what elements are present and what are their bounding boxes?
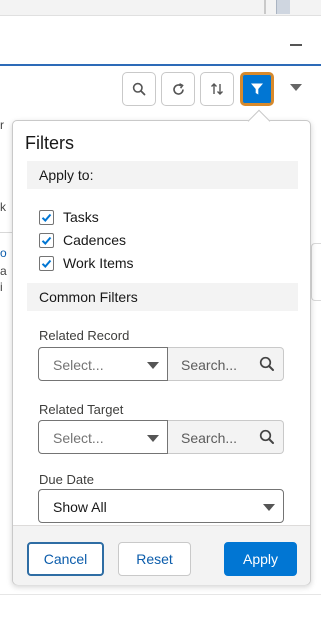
popover-title: Filters xyxy=(25,133,74,153)
background-card-edge xyxy=(311,243,321,301)
related-record-combobox: Select... Search... xyxy=(38,347,284,381)
cancel-button[interactable]: Cancel xyxy=(27,542,104,576)
background-text-fragment: a xyxy=(0,264,7,278)
search-icon xyxy=(259,429,274,444)
checkbox-checked-icon[interactable] xyxy=(39,232,54,248)
dropdown-arrow-icon xyxy=(147,435,159,442)
related-target-select[interactable]: Select... xyxy=(38,420,168,454)
related-record-search-input[interactable]: Search... xyxy=(168,347,284,381)
due-date-label: Due Date xyxy=(39,472,94,487)
background-text-fragment: k xyxy=(0,200,6,214)
header-accent-line xyxy=(0,64,321,66)
search-placeholder: Search... xyxy=(181,430,238,446)
search-icon xyxy=(259,356,274,371)
apply-to-heading: Apply to: xyxy=(27,161,298,189)
checkbox-label: Work Items xyxy=(63,255,134,271)
search-icon xyxy=(132,82,146,96)
filters-popover: Filters Apply to: Tasks Cadences Work It… xyxy=(12,120,311,585)
background-text-fragment: i xyxy=(0,280,3,294)
top-strip xyxy=(0,0,321,16)
search-placeholder: Search... xyxy=(181,357,238,373)
related-record-select[interactable]: Select... xyxy=(38,347,168,381)
due-date-select[interactable]: Show All xyxy=(38,489,284,523)
dropdown-arrow-icon xyxy=(147,362,159,369)
related-target-combobox: Select... Search... xyxy=(38,420,284,454)
refresh-icon xyxy=(172,82,184,95)
select-placeholder: Select... xyxy=(53,430,104,446)
search-button[interactable] xyxy=(122,72,156,106)
filter-icon xyxy=(251,83,263,95)
related-record-label: Related Record xyxy=(39,328,130,343)
sort-button[interactable] xyxy=(200,72,234,106)
checkbox-checked-icon[interactable] xyxy=(39,255,54,271)
checkbox-work-items[interactable]: Work Items xyxy=(39,253,134,273)
dropdown-arrow-icon xyxy=(263,504,275,511)
background-divider xyxy=(0,232,12,233)
common-filters-heading: Common Filters xyxy=(27,283,298,311)
minimize-icon[interactable] xyxy=(290,44,302,46)
related-target-search-input[interactable]: Search... xyxy=(168,420,284,454)
top-divider xyxy=(264,0,266,14)
checkbox-checked-icon[interactable] xyxy=(39,209,54,225)
background-link-fragment[interactable]: o xyxy=(0,246,12,260)
popover-footer: Cancel Reset Apply xyxy=(13,525,310,585)
related-target-label: Related Target xyxy=(39,402,124,417)
sort-icon xyxy=(211,83,223,95)
due-date-value: Show All xyxy=(53,499,107,515)
background-text-fragment: r xyxy=(0,118,4,132)
checkbox-label: Tasks xyxy=(63,209,99,225)
chevron-down-icon[interactable] xyxy=(290,84,302,91)
apply-button[interactable]: Apply xyxy=(224,542,297,576)
checkbox-tasks[interactable]: Tasks xyxy=(39,207,99,227)
select-placeholder: Select... xyxy=(53,357,104,373)
refresh-button[interactable] xyxy=(161,72,195,106)
reset-button[interactable]: Reset xyxy=(118,542,191,576)
checkbox-label: Cadences xyxy=(63,232,127,248)
top-scroll-thumb[interactable] xyxy=(276,0,290,14)
filter-button[interactable] xyxy=(240,72,274,106)
checkbox-cadences[interactable]: Cadences xyxy=(39,230,126,250)
background-divider xyxy=(0,594,321,595)
